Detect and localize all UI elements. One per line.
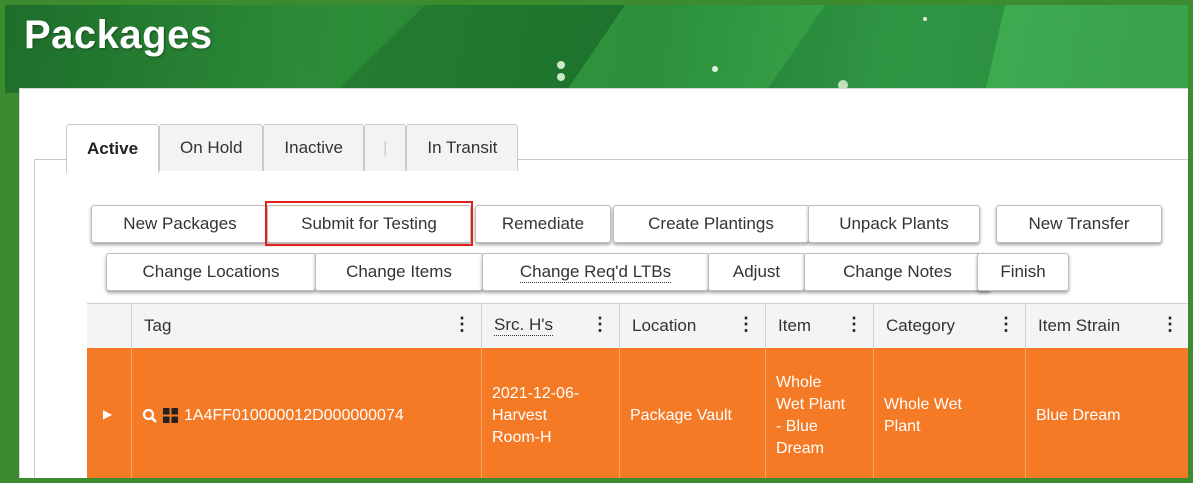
change-reqd-ltbs-button[interactable]: Change Req'd LTBs (482, 253, 709, 291)
grid-icon[interactable] (163, 408, 178, 423)
change-notes-button[interactable]: Change Notes (804, 253, 991, 291)
column-header-category[interactable]: Category ⋮ (873, 303, 1025, 348)
item-line: Whole (776, 373, 822, 391)
column-label-item-strain: Item Strain (1038, 315, 1121, 335)
tab-active[interactable]: Active (66, 124, 160, 173)
expand-row-icon[interactable]: ▶ (103, 407, 112, 421)
new-packages-button[interactable]: New Packages (91, 205, 269, 243)
cell-category: Whole Wet Plant (873, 348, 1025, 478)
category-lines: Whole Wet Plant (884, 394, 962, 438)
column-menu-icon[interactable]: ⋮ (1161, 314, 1179, 335)
column-menu-icon[interactable]: ⋮ (737, 314, 755, 335)
new-transfer-button[interactable]: New Transfer (996, 205, 1162, 243)
column-label-src: Src. H's (494, 315, 553, 336)
cell-src: 2021-12-06- Harvest Room-H (481, 348, 619, 478)
tab-inactive[interactable]: Inactive (263, 124, 364, 171)
tab-separator: | (364, 124, 407, 171)
change-reqd-ltbs-label: Change Req'd LTBs (519, 261, 672, 283)
adjust-button[interactable]: Adjust (708, 253, 805, 291)
column-header-location[interactable]: Location ⋮ (619, 303, 765, 348)
tab-bar: Active On Hold Inactive | In Transit (66, 124, 519, 173)
src-line: 2021-12-06- (492, 384, 580, 402)
column-label-tag: Tag (144, 315, 172, 335)
highlight-box (265, 201, 473, 246)
item-lines: Whole Wet Plant - Blue Dream (776, 372, 845, 460)
src-line: Room-H (492, 428, 552, 446)
src-line: Harvest (492, 406, 548, 424)
column-label-location: Location (632, 315, 697, 335)
tab-on-hold[interactable]: On Hold (159, 124, 264, 171)
column-header-src[interactable]: Src. H's ⋮ (481, 303, 619, 348)
column-menu-icon[interactable]: ⋮ (997, 314, 1015, 335)
column-header-item-strain[interactable]: Item Strain ⋮ (1025, 303, 1188, 348)
column-menu-icon[interactable]: ⋮ (845, 314, 863, 335)
create-plantings-button[interactable]: Create Plantings (613, 205, 809, 243)
location-value: Package Vault (630, 406, 732, 424)
column-menu-icon[interactable]: ⋮ (591, 314, 609, 335)
unpack-plants-button[interactable]: Unpack Plants (808, 205, 980, 243)
cell-tag: 1A4FF010000012D000000074 (131, 348, 481, 478)
tab-in-transit[interactable]: In Transit (406, 124, 519, 171)
category-line: Plant (884, 417, 921, 435)
change-locations-button[interactable]: Change Locations (106, 253, 316, 291)
src-lines: 2021-12-06- Harvest Room-H (492, 383, 579, 449)
cell-item: Whole Wet Plant - Blue Dream (765, 348, 873, 478)
header-banner: Packages (5, 5, 1188, 93)
cell-item-strain: Blue Dream (1025, 348, 1188, 478)
column-label-category: Category (886, 315, 955, 335)
search-icon[interactable] (142, 408, 158, 424)
app-frame: Packages Active On Hold Inactive | In Tr… (0, 0, 1193, 483)
tag-value: 1A4FF010000012D000000074 (184, 406, 404, 424)
item-line: - Blue (776, 417, 818, 435)
remediate-button[interactable]: Remediate (475, 205, 611, 243)
column-label-item: Item (778, 315, 812, 335)
column-header-item[interactable]: Item ⋮ (765, 303, 873, 348)
strain-value: Blue Dream (1036, 406, 1121, 424)
item-line: Dream (776, 439, 825, 457)
cell-location: Package Vault (619, 348, 765, 478)
change-items-button[interactable]: Change Items (315, 253, 483, 291)
page-title: Packages (24, 13, 213, 57)
category-line: Whole Wet (884, 395, 962, 413)
column-header-tag[interactable]: Tag ⋮ (131, 303, 481, 348)
column-menu-icon[interactable]: ⋮ (453, 314, 471, 335)
item-line: Wet Plant (776, 395, 846, 413)
finish-button[interactable]: Finish (977, 253, 1069, 291)
